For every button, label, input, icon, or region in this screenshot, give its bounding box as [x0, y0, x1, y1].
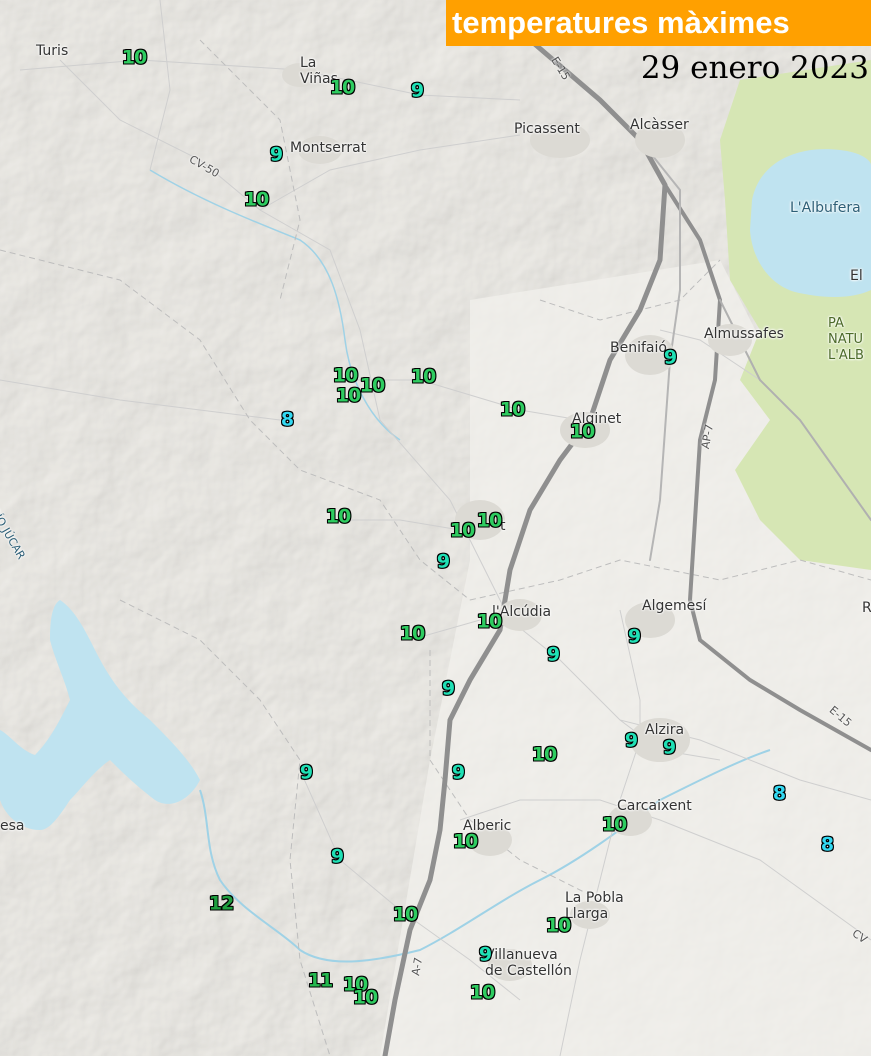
place-label-el: El	[850, 268, 863, 284]
place-label-turis: Turis	[36, 43, 69, 59]
temperature-marker[interactable]: 10	[400, 624, 425, 644]
temperature-marker[interactable]: 10	[570, 422, 595, 442]
temperature-marker[interactable]: 9	[300, 763, 313, 783]
place-label-r-edge: R	[862, 600, 871, 616]
place-label-esa: esa	[0, 818, 25, 834]
temperature-marker[interactable]: 10	[333, 366, 358, 386]
temperature-marker[interactable]: 10	[546, 916, 571, 936]
temperature-marker[interactable]: 12	[209, 894, 234, 914]
temperature-marker[interactable]: 9	[628, 627, 641, 647]
temperature-marker[interactable]: 9	[664, 348, 677, 368]
place-label-la-pobla-llarga: La Pobla Llarga	[565, 890, 624, 922]
temperature-marker[interactable]: 9	[625, 731, 638, 751]
place-label-algemesi: Algemesí	[642, 598, 707, 614]
place-label-alcasser: Alcàsser	[630, 117, 689, 133]
temperature-marker[interactable]: 9	[411, 81, 424, 101]
place-label-benifaio: Benifaió	[610, 340, 667, 356]
temperature-marker[interactable]: 10	[326, 507, 351, 527]
temperature-marker[interactable]: 9	[452, 763, 465, 783]
temperature-marker[interactable]: 10	[353, 988, 378, 1008]
temperature-marker[interactable]: 9	[270, 145, 283, 165]
temperature-marker[interactable]: 9	[547, 645, 560, 665]
place-label-picassent: Picassent	[514, 121, 580, 137]
place-label-carcaixent: Carcaixent	[617, 798, 692, 814]
temperature-marker[interactable]: 10	[336, 386, 361, 406]
temperature-marker[interactable]: 9	[442, 679, 455, 699]
temperature-marker[interactable]: 10	[450, 521, 475, 541]
temperature-marker[interactable]: 10	[602, 815, 627, 835]
temperature-marker[interactable]: 9	[437, 552, 450, 572]
temperature-marker[interactable]: 10	[477, 511, 502, 531]
place-label-montserrat: Montserrat	[290, 140, 367, 156]
place-label-villanueva: Villanueva de Castellón	[485, 947, 572, 979]
temperature-marker[interactable]: 8	[821, 835, 834, 855]
temperature-marker[interactable]: 9	[663, 738, 676, 758]
temperature-marker[interactable]: 10	[330, 78, 355, 98]
map-date: 29 enero 2023	[640, 50, 869, 86]
temperature-marker[interactable]: 8	[773, 784, 786, 804]
temperature-marker[interactable]: 10	[453, 832, 478, 852]
temperature-marker[interactable]: 9	[331, 847, 344, 867]
temperature-marker[interactable]: 9	[479, 945, 492, 965]
map-title: temperatures màximes	[446, 0, 871, 46]
temperature-marker[interactable]: 10	[393, 905, 418, 925]
temperature-marker[interactable]: 10	[244, 190, 269, 210]
basemap	[0, 0, 871, 1056]
temperature-marker[interactable]: 11	[308, 971, 333, 991]
place-label-albufera: L'Albufera	[790, 200, 861, 216]
temperature-marker[interactable]: 10	[477, 612, 502, 632]
temperature-marker[interactable]: 10	[411, 367, 436, 387]
map-view[interactable]: Turis La Viñas Montserrat Picassent Alcàsser…	[0, 0, 871, 1056]
temperature-marker[interactable]: 10	[470, 983, 495, 1003]
temperature-marker[interactable]: 10	[122, 48, 147, 68]
temperature-marker[interactable]: 8	[281, 410, 294, 430]
temperature-marker[interactable]: 10	[360, 376, 385, 396]
place-label-almussafes: Almussafes	[704, 326, 784, 342]
temperature-marker[interactable]: 10	[500, 400, 525, 420]
temperature-marker[interactable]: 10	[532, 745, 557, 765]
place-label-parc-natural: PA NATU L'ALB	[828, 316, 864, 363]
